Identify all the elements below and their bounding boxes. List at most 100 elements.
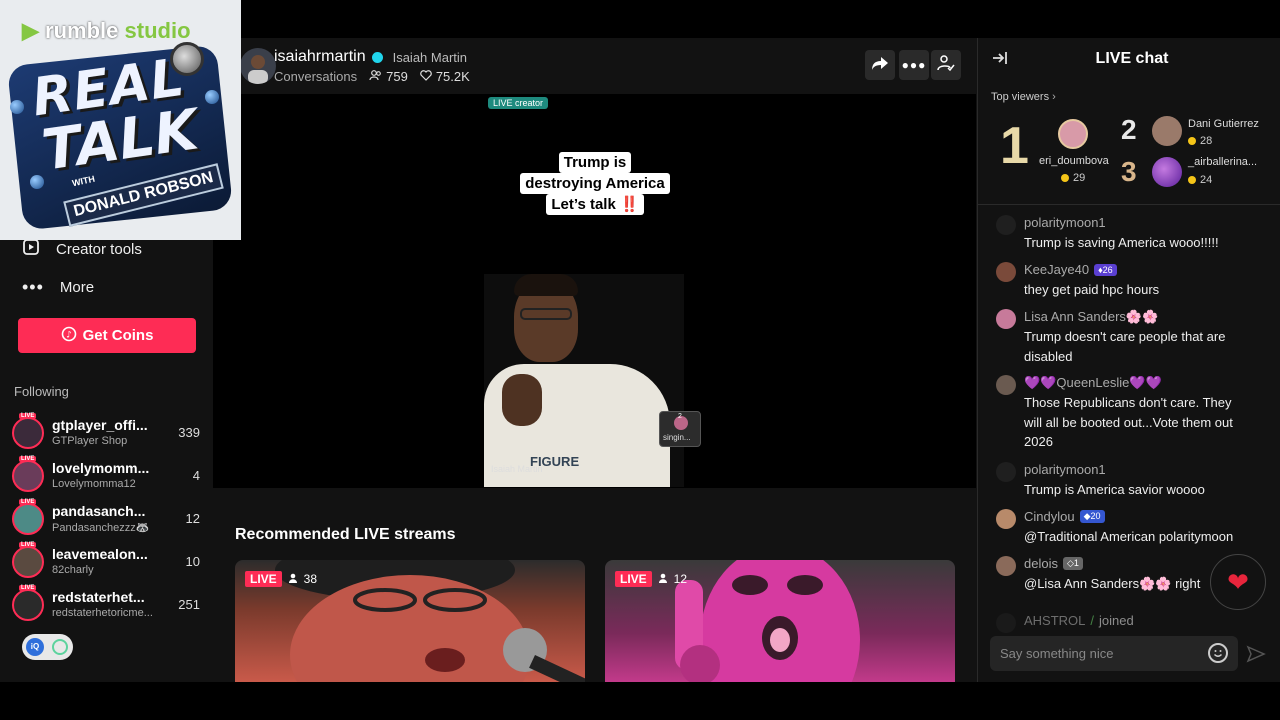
following-name: leavemealon...: [52, 546, 148, 562]
avatar[interactable]: [996, 509, 1016, 529]
more-options-button[interactable]: ●●●: [899, 50, 929, 80]
chat-username[interactable]: polaritymoon1: [1024, 215, 1106, 230]
avatar: [12, 589, 44, 621]
viewer-stat: 759: [369, 69, 408, 84]
chat-username[interactable]: delois ◇1: [1024, 556, 1083, 571]
rumble-icon: ▶: [22, 18, 46, 43]
recommended-stream-card[interactable]: LIVE 12: [605, 560, 955, 682]
recommended-heading: Recommended LIVE streams: [235, 526, 456, 543]
level-value: 1: [1073, 558, 1079, 568]
extension-toggle[interactable]: iQ: [22, 634, 73, 660]
following-item[interactable]: LIVE lovelymomm... Lovelymomma12 4: [12, 456, 202, 494]
following-name: pandasanch...: [52, 503, 146, 519]
level-badge: ◆20: [1079, 510, 1105, 523]
following-name: gtplayer_offi...: [52, 417, 148, 433]
chat-text: Trump is America savior woooo: [1024, 482, 1205, 497]
chat-input[interactable]: [1000, 644, 1200, 662]
following-name: redstaterhet...: [52, 589, 145, 605]
share-button[interactable]: [865, 50, 895, 80]
more-dots-icon: •••: [22, 277, 44, 297]
following-item[interactable]: LIVE gtplayer_offi... GTPlayer Shop 339: [12, 413, 202, 451]
get-coins-button[interactable]: ♪ Get Coins: [18, 318, 196, 353]
avatar: [12, 503, 44, 535]
chat-text: they get paid hpc hours: [1024, 282, 1160, 297]
host-hand: [502, 374, 542, 426]
caption-line: Let’s talk ‼️: [546, 194, 644, 215]
live-creator-badge: LIVE creator: [488, 97, 549, 109]
chat-username[interactable]: polaritymoon1: [1024, 462, 1106, 477]
recommended-stream-card[interactable]: LIVE 38: [235, 560, 585, 682]
heart-icon: ❤: [1227, 566, 1249, 597]
host-avatar[interactable]: [240, 48, 276, 84]
stream-caption: Trump is destroying America Let’s talk ‼…: [508, 152, 682, 215]
avatar[interactable]: [996, 556, 1016, 576]
person-icon: [288, 572, 298, 586]
emoji-icon[interactable]: [1208, 643, 1228, 663]
divider: [978, 204, 1280, 205]
rumble-studio-logo: ▶ rumble studio: [22, 18, 191, 44]
report-button[interactable]: [931, 50, 961, 80]
coin-icon: [1188, 137, 1196, 145]
username-text: Lisa Ann Sanders🌸🌸: [1024, 309, 1159, 324]
chat-text: Trump doesn't care people that are disab…: [1024, 329, 1226, 364]
chat-username[interactable]: Cindylou ◆20: [1024, 509, 1105, 524]
top-viewers-link[interactable]: Top viewers ›: [991, 91, 1056, 103]
avatar[interactable]: [996, 262, 1016, 282]
screen: Creator tools ••• More ♪ Get Coins Follo…: [0, 0, 1280, 720]
host-username[interactable]: isaiahrmartin: [274, 48, 366, 66]
live-badge: LIVE: [245, 571, 282, 587]
chat-text: @Traditional American polaritymoon: [1024, 529, 1234, 544]
avatar[interactable]: [996, 309, 1016, 329]
following-name: lovelymomm...: [52, 460, 150, 476]
username-text: KeeJaye40: [1024, 262, 1090, 277]
chat-username[interactable]: KeeJaye40 ♦26: [1024, 262, 1117, 277]
brand-text: rumble: [45, 18, 119, 43]
username-text: polaritymoon1: [1024, 215, 1106, 230]
level-value: 26: [1102, 264, 1113, 275]
coin-icon: ♪: [61, 326, 77, 346]
avatar[interactable]: [1058, 119, 1088, 149]
viewer-count: 10: [185, 554, 200, 569]
live-badge: LIVE: [19, 499, 37, 505]
stream-tag: LIVE 12: [615, 571, 687, 587]
send-icon[interactable]: [1246, 644, 1266, 664]
person-icon: [658, 572, 668, 586]
following-item[interactable]: LIVE redstaterhet... redstaterhetoricme.…: [12, 585, 202, 623]
avatar[interactable]: [1152, 116, 1182, 146]
viewer-name: _airballerina...: [1188, 156, 1258, 168]
stream-category[interactable]: Conversations: [274, 69, 357, 84]
caption-line: destroying America: [520, 173, 670, 194]
following-sub: GTPlayer Shop: [52, 435, 128, 447]
following-item[interactable]: LIVE leavemealon... 82charly 10: [12, 542, 202, 580]
sidebar-item-more[interactable]: ••• More: [22, 277, 94, 298]
chat-username[interactable]: 💜💜QueenLeslie💜💜: [1024, 375, 1162, 391]
get-coins-label: Get Coins: [82, 327, 154, 344]
guest-tile[interactable]: 2 singin...: [659, 411, 701, 447]
live-video[interactable]: LIVE creator Trump is destroying America…: [213, 94, 976, 488]
viewer-name: eri_doumbova: [1039, 155, 1109, 167]
following-item[interactable]: LIVE pandasanch... Pandasanchezzz🦝 12: [12, 499, 202, 537]
host-glasses: [520, 308, 572, 320]
avatar[interactable]: [996, 215, 1016, 235]
viewer-score: 28: [1188, 135, 1212, 147]
sidebar-item-creator-tools[interactable]: Creator tools: [22, 238, 142, 260]
guest-count: 2: [678, 413, 682, 420]
avatar: [12, 460, 44, 492]
top-viewers-label: Top viewers: [991, 91, 1050, 103]
avatar[interactable]: [1152, 157, 1182, 187]
avatar[interactable]: [996, 462, 1016, 482]
coin-icon: [1188, 176, 1196, 184]
live-badge: LIVE: [19, 542, 37, 548]
following-sub: 82charly: [52, 564, 94, 576]
chat-input-box[interactable]: [990, 636, 1238, 671]
host-camera-feed: FIGURE Isaiah Martin: [484, 274, 684, 487]
leaf-icon: /: [1090, 613, 1095, 628]
level-value: 20: [1090, 511, 1101, 521]
viewer-name: Dani Gutierrez: [1188, 118, 1259, 130]
chat-username[interactable]: AHSTROL / joined: [1024, 613, 1134, 628]
chat-username[interactable]: Lisa Ann Sanders🌸🌸: [1024, 309, 1158, 325]
avatar[interactable]: [996, 375, 1016, 395]
join-text: joined: [1099, 613, 1134, 628]
coin-icon: [1061, 174, 1069, 182]
like-button[interactable]: ❤: [1210, 554, 1266, 610]
